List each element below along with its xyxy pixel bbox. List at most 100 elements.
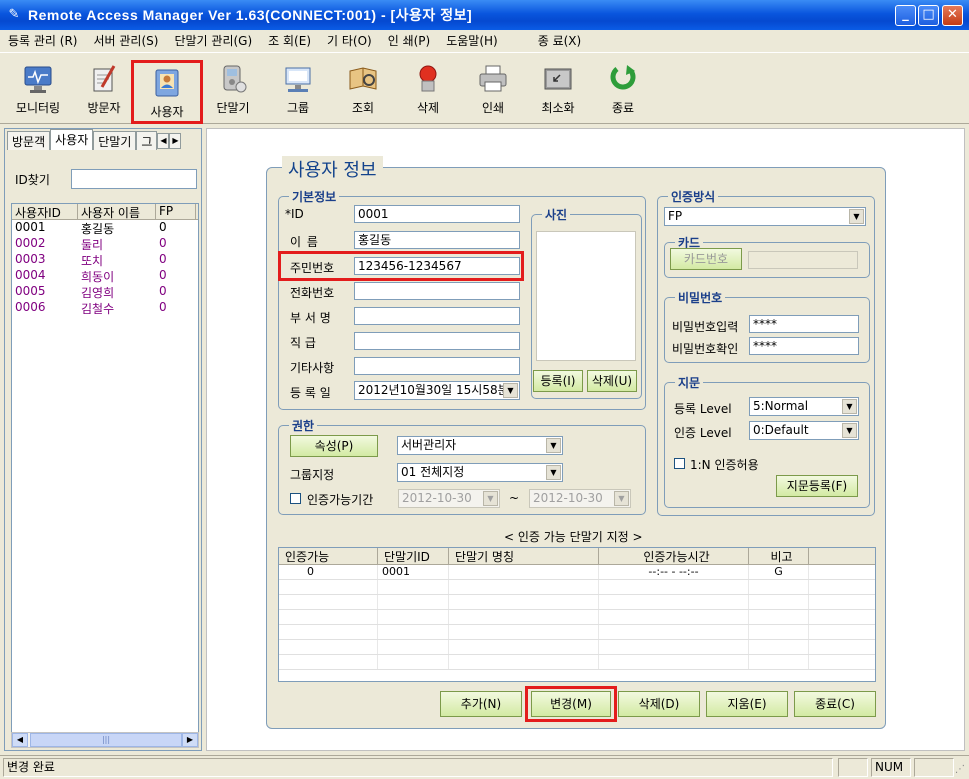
photo-register-button[interactable]: 등록(I) <box>533 370 583 392</box>
auth-method-select[interactable]: FP ▼ <box>664 207 866 226</box>
photo-delete-button[interactable]: 삭제(U) <box>587 370 637 392</box>
menu-query[interactable]: 조 회(E) <box>260 32 319 49</box>
close-window-button[interactable]: ✕ <box>942 5 963 26</box>
period-to-date[interactable]: 2012-10-30 ▼ <box>529 489 631 508</box>
list-item[interactable]: 0005 김영희 0 <box>12 284 198 300</box>
name-field[interactable]: 홍길동 <box>354 231 520 249</box>
position-field[interactable] <box>354 332 520 350</box>
chevron-down-icon[interactable]: ▼ <box>842 423 857 438</box>
password-confirm-field[interactable]: **** <box>749 337 859 355</box>
card-number-field[interactable] <box>748 251 858 269</box>
id-search-label: ID찾기 <box>15 173 50 187</box>
menu-help[interactable]: 도움말(H) <box>438 32 506 49</box>
visitor-icon <box>88 63 120 95</box>
toolbar-group-button[interactable]: 그룹 <box>265 59 331 121</box>
one-to-n-checkbox[interactable] <box>674 458 685 469</box>
scroll-right-icon[interactable]: ▶ <box>182 733 198 747</box>
rrn-field[interactable]: 123456-1234567 <box>354 257 520 275</box>
toolbar-terminal-button[interactable]: 단말기 <box>200 59 266 121</box>
etc-field[interactable] <box>354 357 520 375</box>
cell-auth-enabled: 0 <box>279 565 378 579</box>
toolbar-user-button[interactable]: 사용자 <box>131 60 203 124</box>
group-label: 그룹지정 <box>290 468 335 482</box>
menu-etc[interactable]: 기 타(O) <box>319 32 380 49</box>
column-user-name[interactable]: 사용자 이름 <box>78 204 156 219</box>
toolbar-print-button[interactable]: 인쇄 <box>460 59 526 121</box>
change-button[interactable]: 변경(M) <box>531 691 611 717</box>
toolbar-delete-button[interactable]: 삭제 <box>395 59 461 121</box>
user-list[interactable]: 사용자ID 사용자 이름 FP 0001 홍길동 0 0002 둘리 0 000… <box>11 203 199 733</box>
tab-group[interactable]: 그 <box>136 131 158 150</box>
chevron-down-icon[interactable]: ▼ <box>546 438 561 453</box>
tab-terminals[interactable]: 단말기 <box>93 131 137 150</box>
menu-server[interactable]: 서버 관리(S) <box>86 32 167 49</box>
resize-grip-icon[interactable]: ⋰ <box>955 764 965 775</box>
menu-print[interactable]: 인 쇄(P) <box>380 32 439 49</box>
chevron-down-icon[interactable]: ▼ <box>483 491 498 506</box>
reg-level-select[interactable]: 5:Normal ▼ <box>749 397 859 416</box>
password-title: 비밀번호 <box>675 289 726 306</box>
scroll-left-icon[interactable]: ◀ <box>12 733 28 747</box>
list-item[interactable]: 0004 희동이 0 <box>12 268 198 284</box>
table-row <box>279 655 875 670</box>
card-number-button[interactable]: 카드번호 <box>670 248 742 270</box>
tab-users[interactable]: 사용자 <box>50 129 94 150</box>
dept-field[interactable] <box>354 307 520 325</box>
tab-scroll-left-icon[interactable]: ◀ <box>157 133 170 149</box>
menu-registration[interactable]: 등록 관리 (R) <box>0 32 86 49</box>
id-search-input[interactable] <box>71 169 197 189</box>
user-list-horizontal-scrollbar[interactable]: ◀ ||| ▶ <box>11 732 199 748</box>
menu-terminal[interactable]: 단말기 관리(G) <box>166 32 260 49</box>
fingerprint-register-button[interactable]: 지문등록(F) <box>776 475 858 497</box>
regdate-picker[interactable]: 2012년10월30일 15시58분 ▼ <box>354 381 520 400</box>
chevron-down-icon[interactable]: ▼ <box>842 399 857 414</box>
toolbar-visitor-button[interactable]: 방문자 <box>71 59 137 121</box>
menu-bar: 등록 관리 (R) 서버 관리(S) 단말기 관리(G) 조 회(E) 기 타(… <box>0 30 969 50</box>
column-fp[interactable]: FP <box>156 204 196 219</box>
period-label: 인증가능기간 <box>307 493 374 507</box>
period-from-date[interactable]: 2012-10-30 ▼ <box>398 489 500 508</box>
auth-level-select[interactable]: 0:Default ▼ <box>749 421 859 440</box>
chevron-down-icon[interactable]: ▼ <box>849 209 864 224</box>
toolbar-exit-button[interactable]: 종료 <box>590 59 656 121</box>
list-item[interactable]: 0003 또치 0 <box>12 252 198 268</box>
attribute-select[interactable]: 서버관리자 ▼ <box>397 436 563 455</box>
terminal-grid[interactable]: 인증가능 단말기ID 단말기 명칭 인증가능시간 비고 0 0001 --:--… <box>278 547 876 682</box>
toolbar-query-button[interactable]: 조회 <box>330 59 396 121</box>
tab-visitors[interactable]: 방문객 <box>7 131 51 150</box>
maximize-window-button[interactable]: □ <box>918 5 939 26</box>
password-field[interactable]: **** <box>749 315 859 333</box>
toolbar-monitoring-button[interactable]: 모니터링 <box>5 59 71 121</box>
window-title: Remote Access Manager Ver 1.63(CONNECT:0… <box>28 7 473 23</box>
scrollbar-thumb[interactable]: ||| <box>30 733 182 747</box>
table-row[interactable]: 0 0001 --:-- - --:-- G <box>279 565 875 580</box>
phone-field[interactable] <box>354 282 520 300</box>
column-auth-time[interactable]: 인증가능시간 <box>599 548 749 564</box>
chevron-down-icon[interactable]: ▼ <box>503 383 518 398</box>
chevron-down-icon[interactable]: ▼ <box>614 491 629 506</box>
cell-terminal-name <box>449 565 599 579</box>
period-checkbox[interactable] <box>290 493 301 504</box>
column-note[interactable]: 비고 <box>749 548 809 564</box>
chevron-down-icon[interactable]: ▼ <box>546 465 561 480</box>
clear-button[interactable]: 지움(E) <box>706 691 788 717</box>
column-terminal-name[interactable]: 단말기 명칭 <box>449 548 599 564</box>
column-auth-enabled[interactable]: 인증가능 <box>279 548 378 564</box>
menu-exit[interactable]: 종 료(X) <box>530 32 589 49</box>
column-terminal-id[interactable]: 단말기ID <box>378 548 449 564</box>
attribute-button[interactable]: 속성(P) <box>290 435 378 457</box>
list-item[interactable]: 0001 홍길동 0 <box>12 220 198 236</box>
page-title: 사용자 정보 <box>282 156 383 182</box>
list-item[interactable]: 0006 김철수 0 <box>12 300 198 316</box>
delete-button[interactable]: 삭제(D) <box>618 691 700 717</box>
column-user-id[interactable]: 사용자ID <box>12 204 78 219</box>
list-item[interactable]: 0002 둘리 0 <box>12 236 198 252</box>
tab-scroll-right-icon[interactable]: ▶ <box>169 133 182 149</box>
toolbar-minimize-button[interactable]: 최소화 <box>525 59 591 121</box>
cell-user-id: 0006 <box>15 300 46 314</box>
group-select[interactable]: 01 전체지정 ▼ <box>397 463 563 482</box>
minimize-window-button[interactable]: _ <box>895 5 916 26</box>
exit-button[interactable]: 종료(C) <box>794 691 876 717</box>
add-button[interactable]: 추가(N) <box>440 691 522 717</box>
id-field[interactable]: 0001 <box>354 205 520 223</box>
